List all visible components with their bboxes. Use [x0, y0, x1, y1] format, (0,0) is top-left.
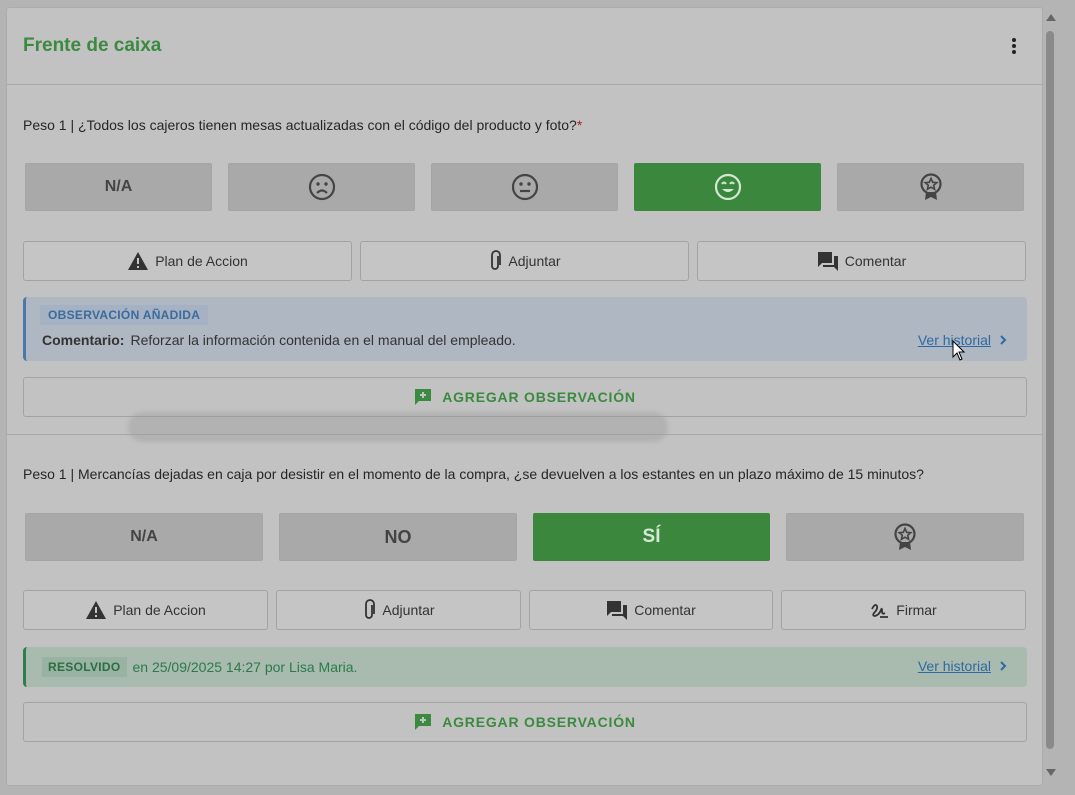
sign-button[interactable]: Firmar	[781, 590, 1026, 630]
forum-icon	[817, 252, 838, 271]
rating-excellent-button-2[interactable]	[786, 513, 1024, 561]
observation-box: OBSERVACIÓN AÑADIDA Comentario: Reforzar …	[23, 297, 1027, 361]
comment-button-2[interactable]: Comentar	[529, 590, 773, 630]
add-observation-button-2[interactable]: AGREGAR OBSERVACIÓN	[23, 702, 1027, 742]
card-title: Frente de caixa	[23, 35, 162, 56]
award-star-icon	[894, 523, 916, 550]
action-plan-label: Plan de Accion	[155, 253, 248, 269]
chevron-right-icon	[1000, 335, 1007, 345]
observation-text: Comentario: Reforzar la información conte…	[42, 332, 516, 348]
question-2: Peso 1 | Mercancías dejadas en caja por …	[23, 466, 1027, 482]
rating-na-label: N/A	[104, 178, 133, 195]
more-vertical-icon[interactable]	[1002, 34, 1026, 58]
neutral-face-icon	[511, 173, 538, 201]
add-observation-label: AGREGAR OBSERVACIÓN	[442, 389, 636, 405]
sign-label: Firmar	[896, 602, 937, 618]
observation-comment: Reforzar la información contenida en el …	[130, 332, 516, 348]
vertical-scrollbar[interactable]	[1043, 7, 1057, 786]
chevron-right-icon	[1000, 661, 1007, 671]
history-link-label-2[interactable]: Ver historial	[918, 658, 991, 674]
scrollbar-thumb[interactable]	[1046, 31, 1054, 749]
add-observation-button[interactable]: AGREGAR OBSERVACIÓN	[23, 377, 1027, 417]
rating-no-button[interactable]: NO	[279, 513, 517, 561]
resolved-text: en 25/09/2025 14:27 por Lisa Maria.	[132, 659, 358, 675]
paperclip-icon	[365, 599, 376, 619]
actions-row-2: Plan de Accion Adjuntar Comentar Firmar	[23, 590, 1026, 630]
attach-button-2[interactable]: Adjuntar	[276, 590, 521, 630]
warning-icon	[86, 601, 107, 619]
action-plan-button[interactable]: Plan de Accion	[23, 241, 352, 281]
question-2-text: Peso 1 | Mercancías dejadas en caja por …	[23, 466, 924, 482]
comment-label-2: Comentar	[634, 602, 696, 618]
checklist-card: Frente de caixa Peso 1 | ¿Todos los caje…	[6, 7, 1043, 786]
required-mark: *	[576, 117, 583, 133]
question-1: Peso 1 | ¿Todos los cajeros tienen mesas…	[23, 117, 1027, 133]
observation-label: Comentario:	[42, 332, 125, 348]
action-plan-label-2: Plan de Accion	[113, 602, 206, 618]
rating-na-button-2[interactable]: N/A	[25, 513, 263, 561]
card-header: Frente de caixa	[7, 8, 1042, 85]
action-plan-button-2[interactable]: Plan de Accion	[23, 590, 268, 630]
rating-happy-button[interactable]	[634, 163, 821, 211]
rating-no-label: NO	[384, 526, 412, 547]
rating-excellent-button[interactable]	[837, 163, 1024, 211]
happy-face-icon	[714, 173, 741, 201]
rating-neutral-button[interactable]	[431, 163, 618, 211]
rating-sad-button[interactable]	[228, 163, 415, 211]
award-star-icon	[919, 173, 942, 200]
rating-na-label-2: N/A	[130, 528, 158, 545]
comment-button[interactable]: Comentar	[697, 241, 1026, 281]
attach-button[interactable]: Adjuntar	[360, 241, 689, 281]
actions-row-1: Plan de Accion Adjuntar Comentar	[23, 241, 1026, 281]
sad-face-icon	[308, 173, 335, 201]
rating-row-2: N/A NO SÍ	[25, 513, 1024, 561]
comment-add-icon	[415, 389, 432, 405]
add-observation-label-2: AGREGAR OBSERVACIÓN	[442, 714, 636, 730]
mouse-cursor-icon	[952, 340, 966, 361]
rating-row-1: N/A	[25, 163, 1024, 211]
attach-label: Adjuntar	[508, 253, 561, 269]
forum-icon	[607, 601, 628, 620]
warning-icon	[128, 252, 149, 270]
resolved-box: RESOLVIDO en 25/09/2025 14:27 por Lisa M…	[23, 647, 1027, 687]
scroll-up-icon[interactable]	[1046, 14, 1056, 21]
rating-yes-label: SÍ	[642, 526, 661, 547]
drag-shadow	[128, 412, 668, 442]
scroll-down-icon[interactable]	[1046, 769, 1056, 776]
comment-add-icon	[415, 714, 432, 730]
attach-label-2: Adjuntar	[382, 602, 435, 618]
rating-yes-button[interactable]: SÍ	[533, 513, 770, 561]
paperclip-icon	[491, 250, 502, 270]
comment-label: Comentar	[844, 253, 907, 269]
rating-na-button[interactable]: N/A	[25, 163, 212, 211]
observation-tag: OBSERVACIÓN AÑADIDA	[40, 305, 209, 325]
signature-icon	[871, 604, 889, 618]
history-link-2[interactable]: Ver historial	[918, 658, 1009, 674]
resolved-tag: RESOLVIDO	[42, 657, 127, 677]
question-1-text: Peso 1 | ¿Todos los cajeros tienen mesas…	[23, 117, 577, 133]
